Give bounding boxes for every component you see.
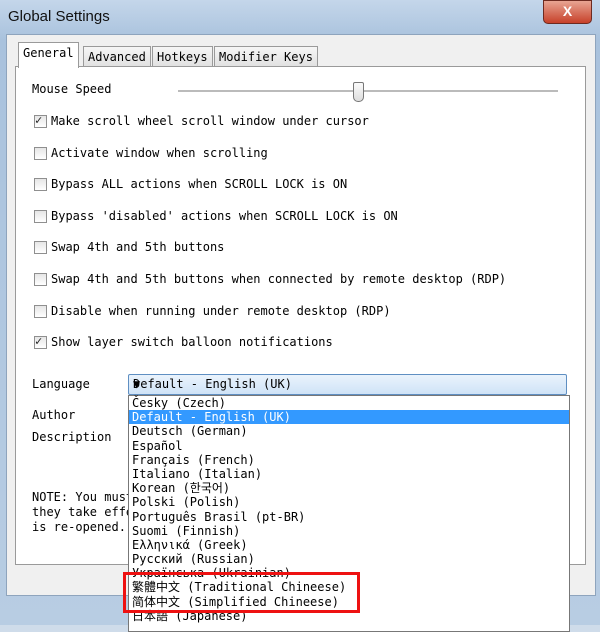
language-option[interactable]: Suomi (Finnish) xyxy=(129,524,569,538)
mouse-speed-slider-thumb[interactable] xyxy=(353,82,364,102)
language-option[interactable]: Español xyxy=(129,439,569,453)
tab-hotkeys[interactable]: Hotkeys xyxy=(152,46,213,67)
close-button[interactable]: X xyxy=(543,0,592,24)
tab-modifier-keys[interactable]: Modifier Keys xyxy=(214,46,318,67)
language-option[interactable]: Deutsch (German) xyxy=(129,424,569,438)
language-option-selected[interactable]: Default - English (UK) xyxy=(129,410,569,425)
checkbox-bypass-disabled[interactable] xyxy=(34,210,47,223)
checkbox-label: Make scroll wheel scroll window under cu… xyxy=(51,114,369,128)
checkbox-balloon-notifications[interactable] xyxy=(34,334,47,349)
checkbox-swap-buttons[interactable] xyxy=(34,241,47,254)
mouse-speed-label: Mouse Speed xyxy=(32,82,112,96)
language-option[interactable]: Français (French) xyxy=(129,453,569,467)
language-option[interactable]: Korean (한국어) xyxy=(129,481,569,495)
checkbox-label: Show layer switch balloon notifications xyxy=(51,335,333,349)
language-option[interactable]: Polski (Polish) xyxy=(129,495,569,509)
global-settings-window: Global Settings X General Advanced Hotke… xyxy=(0,0,600,632)
tab-general[interactable]: General xyxy=(18,42,79,68)
language-option[interactable]: Português Brasil (pt-BR) xyxy=(129,510,569,524)
language-option[interactable]: Česky (Czech) xyxy=(129,396,569,410)
checkbox-label: Bypass ALL actions when SCROLL LOCK is O… xyxy=(51,177,348,191)
chevron-down-icon[interactable]: ▼ xyxy=(133,377,561,391)
language-option[interactable]: Italiano (Italian) xyxy=(129,467,569,481)
checkbox-bypass-all[interactable] xyxy=(34,178,47,191)
checkbox-scroll-under-cursor[interactable] xyxy=(34,113,47,128)
checkbox-label: Swap 4th and 5th buttons when connected … xyxy=(51,272,507,286)
language-option[interactable]: Ελληνικά (Greek) xyxy=(129,538,569,552)
checkbox-label: Bypass 'disabled' actions when SCROLL LO… xyxy=(51,209,398,223)
checkbox-label: Swap 4th and 5th buttons xyxy=(51,240,225,254)
checkbox-disable-rdp[interactable] xyxy=(34,305,47,318)
note-text: NOTE: You must they take effe is re-open… xyxy=(32,490,134,534)
tab-advanced[interactable]: Advanced xyxy=(83,46,151,67)
window-title: Global Settings xyxy=(8,8,110,25)
highlight-box xyxy=(123,572,360,613)
mouse-speed-slider[interactable] xyxy=(178,90,558,93)
language-select[interactable]: Default - English (UK) ▼ xyxy=(128,374,567,395)
checkbox-label: Disable when running under remote deskto… xyxy=(51,304,391,318)
language-label: Language xyxy=(32,377,90,391)
checkbox-label: Activate window when scrolling xyxy=(51,146,268,160)
checkbox-swap-buttons-rdp[interactable] xyxy=(34,273,47,286)
checkbox-activate-window[interactable] xyxy=(34,147,47,160)
description-label: Description xyxy=(32,430,112,444)
language-option[interactable]: Русский (Russian) xyxy=(129,552,569,566)
author-label: Author xyxy=(32,408,76,422)
